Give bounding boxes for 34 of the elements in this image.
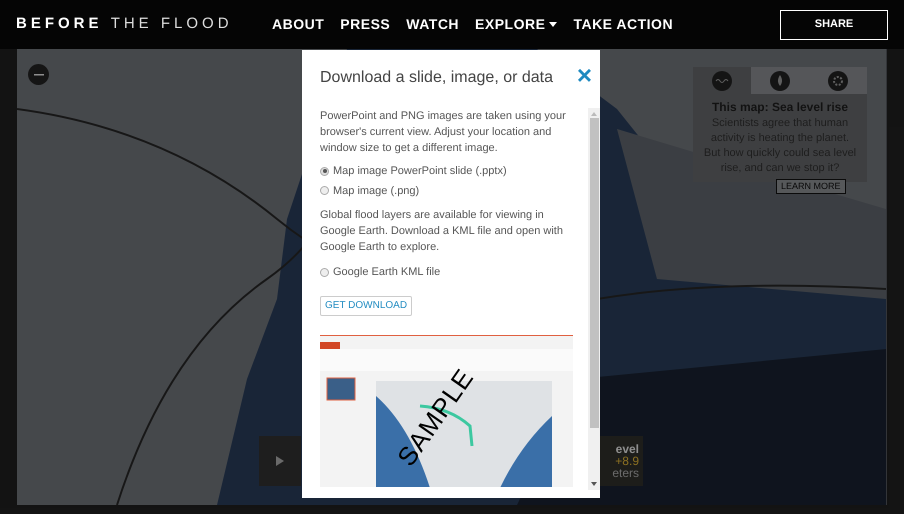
get-download-button[interactable]: GET DOWNLOAD (320, 296, 412, 316)
intro-text: PowerPoint and PNG images are taken using your browser's current view. Adjust your location and window size to get a different image. (320, 109, 567, 156)
drop-icon (770, 70, 790, 90)
kml-text: Global flood layers are available for viewing in Google Earth. Download a KML file and open with Google Earth to explore. (320, 208, 564, 255)
caret-icon (549, 22, 558, 27)
nav-link[interactable]: ABOUT (272, 14, 324, 35)
minus-icon (34, 74, 44, 76)
share-button[interactable]: SHARE (780, 10, 888, 40)
nav-link[interactable]: TAKE ACTION (573, 14, 674, 35)
scrollbar-thumb[interactable] (590, 118, 598, 428)
radio-button[interactable] (320, 186, 329, 196)
layer-tab[interactable] (809, 67, 867, 94)
play-button[interactable] (259, 436, 301, 486)
nav-link[interactable]: WATCH (406, 14, 460, 35)
radio-label: Google Earth KML file (333, 265, 440, 280)
scroll-up-icon (591, 112, 597, 116)
scrollbar[interactable] (588, 108, 600, 490)
level-value: +8.9 (615, 455, 639, 467)
play-icon (276, 456, 284, 466)
dialog-title: Download a slide, image, or data (320, 68, 554, 88)
radio-button[interactable] (320, 268, 329, 277)
wave-icon (712, 70, 732, 90)
nav-link[interactable]: PRESS (340, 14, 390, 35)
sun-icon (828, 70, 848, 90)
radio-label: Map image PowerPoint slide (.pptx) (333, 164, 507, 179)
level-unit: eters (612, 467, 639, 479)
radio-button[interactable] (320, 166, 329, 176)
nav-link[interactable]: EXPLORE (475, 14, 558, 35)
layer-tab[interactable] (751, 67, 809, 94)
level-label: evel (616, 443, 639, 455)
radio-label: Map image (.png) (333, 184, 420, 198)
scroll-down-icon (591, 482, 597, 486)
site-logo[interactable]: BEFORE THE FLOOD (16, 13, 266, 36)
close-button[interactable]: × (576, 64, 592, 86)
